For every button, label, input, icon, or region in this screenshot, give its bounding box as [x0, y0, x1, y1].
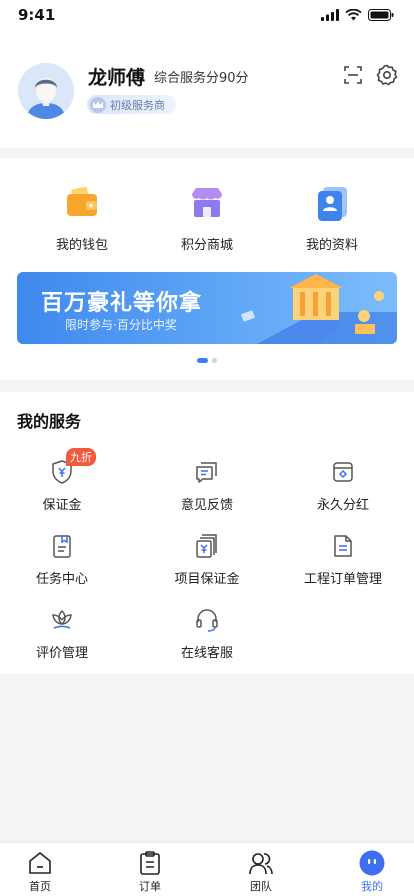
rating-lotus-icon — [52, 609, 72, 629]
service-task-center[interactable]: 任务中心 — [0, 533, 131, 587]
quick-item-store[interactable]: 积分商城 — [147, 184, 267, 253]
order-doc-icon — [334, 535, 352, 557]
banner-subtitle: 限时参与·百分比中奖 — [65, 318, 177, 332]
feedback-icon — [196, 462, 217, 483]
services-card: 我的服务 九折 保证金 意见反馈 永久分红 任务中心 项目保证金 工程订单管理 … — [0, 392, 414, 674]
home-icon — [29, 852, 51, 874]
service-project-deposit[interactable]: 项目保证金 — [138, 533, 276, 587]
user-name: 龙师傅 — [88, 67, 146, 89]
mine-face-icon — [359, 850, 385, 876]
service-label-task-center: 任务中心 — [35, 572, 88, 587]
tab-label-orders: 订单 — [139, 880, 161, 893]
gear-icon — [376, 64, 398, 86]
promo-banner[interactable]: 百万豪礼等你拿 限时参与·百分比中奖 — [17, 272, 397, 344]
discount-badge: 九折 — [66, 448, 96, 466]
signal-icon — [321, 9, 339, 21]
carousel-dot-active[interactable] — [197, 358, 208, 363]
quick-item-wallet[interactable]: 我的钱包 — [22, 184, 142, 253]
status-icons — [321, 9, 394, 21]
profile-card-icon — [318, 187, 347, 221]
scan-icon — [344, 66, 362, 84]
quick-label-store: 积分商城 — [180, 238, 233, 253]
wallet-icon — [67, 186, 97, 216]
level-label: 初级服务商 — [110, 98, 165, 112]
tab-home[interactable]: 首页 — [0, 850, 80, 894]
task-doc-icon — [53, 535, 71, 558]
service-label-deposit: 保证金 — [42, 498, 82, 513]
crown-icon — [90, 96, 106, 113]
battery-icon — [368, 9, 394, 21]
store-icon — [192, 188, 222, 217]
carousel-dot[interactable] — [212, 358, 217, 363]
level-badge: 初级服务商 — [87, 95, 176, 114]
service-label-project-deposit: 项目保证金 — [174, 572, 240, 587]
service-feedback[interactable]: 意见反馈 — [138, 459, 276, 513]
quick-label-profile: 我的资料 — [305, 238, 358, 253]
service-customer-support[interactable]: 在线客服 — [138, 607, 276, 661]
banner-title: 百万豪礼等你拿 — [41, 291, 203, 316]
service-score: 综合服务分90分 — [154, 71, 249, 86]
service-label-order-management: 工程订单管理 — [303, 572, 382, 587]
project-deposit-icon — [196, 534, 217, 558]
quick-item-profile[interactable]: 我的资料 — [272, 184, 392, 253]
service-label-rating: 评价管理 — [35, 646, 88, 661]
headset-icon — [196, 609, 218, 632]
tab-label-home: 首页 — [29, 880, 51, 893]
settings-button[interactable] — [375, 63, 399, 87]
tab-label-mine: 我的 — [361, 880, 383, 893]
services-title: 我的服务 — [17, 412, 82, 431]
avatar[interactable] — [18, 63, 74, 119]
team-icon — [249, 853, 273, 875]
service-label-customer-support: 在线客服 — [180, 646, 233, 661]
scan-button[interactable] — [341, 63, 365, 87]
service-deposit[interactable]: 九折 保证金 — [0, 448, 131, 513]
service-rating[interactable]: 评价管理 — [0, 607, 131, 661]
quick-actions-card: 我的钱包 积分商城 我的资料 百万豪礼等你拿 限时参与·百分比中奖 — [0, 158, 414, 380]
service-dividend[interactable]: 永久分红 — [274, 459, 412, 513]
status-time: 9:41 — [18, 6, 56, 24]
order-clipboard-icon — [140, 851, 160, 875]
quick-label-wallet: 我的钱包 — [55, 238, 108, 253]
service-label-dividend: 永久分红 — [316, 498, 369, 513]
tab-label-team: 团队 — [250, 880, 272, 893]
dividend-box-icon — [333, 462, 353, 482]
wifi-icon — [345, 9, 362, 21]
bottom-tab-bar: 首页 订单 团队 我的 — [0, 842, 414, 896]
avatar-person-icon — [18, 63, 74, 119]
service-order-management[interactable]: 工程订单管理 — [274, 533, 412, 587]
status-bar: 9:41 — [0, 0, 414, 30]
tab-mine[interactable]: 我的 — [332, 850, 412, 894]
profile-header: 龙师傅 综合服务分90分 初级服务商 — [0, 30, 414, 148]
service-label-feedback: 意见反馈 — [180, 498, 233, 513]
carousel-dots — [0, 358, 414, 363]
tab-team[interactable]: 团队 — [221, 850, 301, 894]
tab-orders[interactable]: 订单 — [110, 850, 190, 894]
